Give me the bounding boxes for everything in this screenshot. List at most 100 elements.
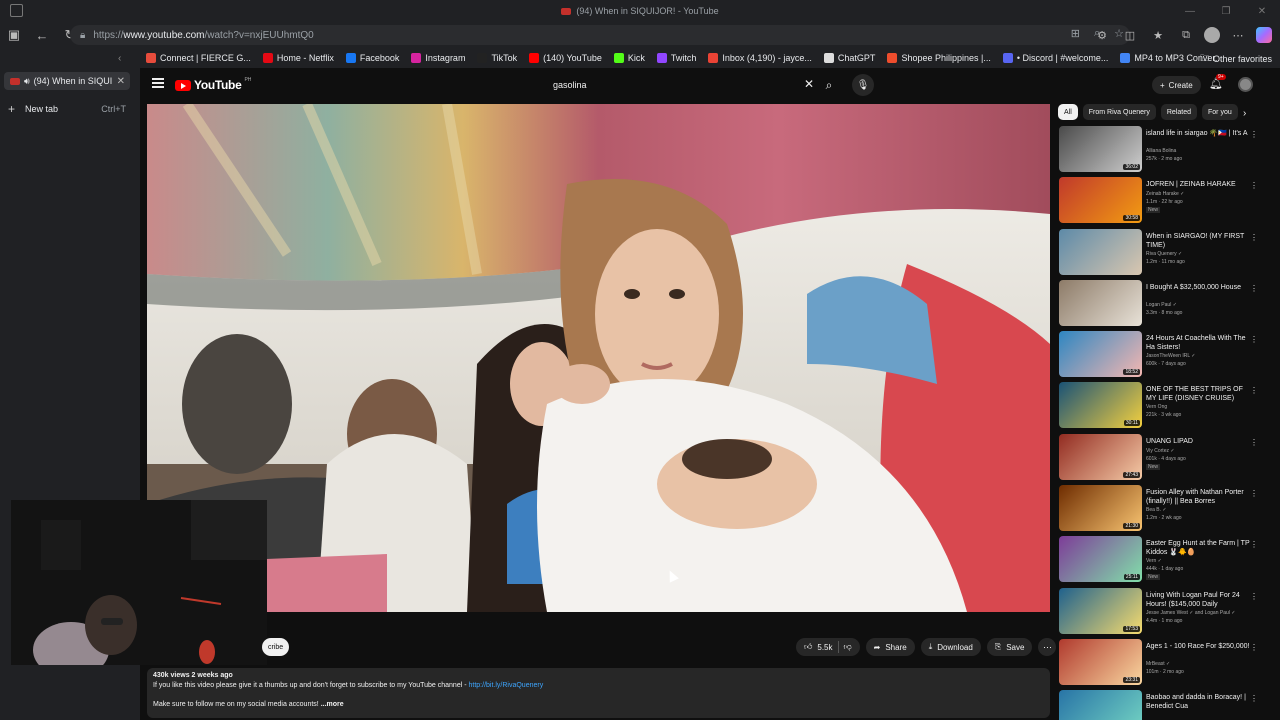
like-icon[interactable]: 👍︎ bbox=[804, 642, 812, 652]
video-options-icon[interactable]: ⋮ bbox=[1250, 592, 1258, 601]
channel-name[interactable]: Vern Ong bbox=[1146, 404, 1256, 410]
recommendation-item[interactable]: 36:02 island life in siargao 🌴🇵🇭 | It's A… bbox=[1058, 124, 1268, 175]
chip-all[interactable]: All bbox=[1058, 104, 1078, 120]
copilot-icon[interactable] bbox=[1256, 27, 1272, 43]
video-thumbnail[interactable] bbox=[1059, 690, 1142, 720]
video-thumbnail[interactable]: 21:30 bbox=[1059, 485, 1142, 532]
restore-icon[interactable]: ❐ bbox=[1208, 0, 1244, 22]
video-thumbnail[interactable]: 36:02 bbox=[1059, 126, 1142, 172]
video-options-icon[interactable]: ⋮ bbox=[1250, 284, 1258, 293]
share-button[interactable]: ➦ Share bbox=[865, 638, 915, 656]
bookmark-item[interactable]: Instagram bbox=[405, 53, 471, 63]
video-thumbnail[interactable]: 17:53 bbox=[1059, 587, 1142, 634]
recommendation-item[interactable]: 30:58 JOFREN | ZEINAB HARAKE Zeinab Harake… bbox=[1058, 175, 1268, 226]
recommendation-item[interactable]: 30:11 ONE OF THE BEST TRIPS OF MY LIFE (D… bbox=[1058, 380, 1268, 431]
video-options-icon[interactable]: ⋮ bbox=[1250, 643, 1258, 652]
channel-name[interactable]: Riva Quenery ✓ bbox=[1146, 251, 1256, 257]
channel-link[interactable]: http://bit.ly/RivaQuenery bbox=[469, 682, 544, 689]
video-thumbnail[interactable] bbox=[1059, 228, 1142, 275]
save-button[interactable]: ⎘ Save bbox=[986, 638, 1033, 656]
bookmarks-scroll-right-icon[interactable]: › bbox=[1181, 51, 1184, 62]
show-more-link[interactable]: ...more bbox=[321, 701, 344, 708]
video-options-icon[interactable]: ⋮ bbox=[1250, 233, 1258, 242]
recommendation-item[interactable]: I Bought A $32,500,000 House Logan Paul ✓… bbox=[1058, 278, 1268, 329]
bookmark-item[interactable]: Home - Netflix bbox=[257, 53, 340, 63]
video-thumbnail[interactable] bbox=[1059, 279, 1142, 326]
page-scrollbar[interactable] bbox=[1275, 104, 1280, 720]
channel-name[interactable]: Logan Paul ✓ bbox=[1146, 302, 1256, 308]
bookmark-item[interactable]: Connect | FIERCE G... bbox=[140, 53, 257, 63]
subscribe-button[interactable]: cribe bbox=[262, 638, 290, 656]
minimize-icon[interactable]: — bbox=[1172, 0, 1208, 22]
clear-search-icon[interactable]: ✕ bbox=[804, 77, 814, 91]
channel-name[interactable]: Bea B. ✓ bbox=[1146, 507, 1256, 513]
bookmark-item[interactable]: Twitch bbox=[651, 53, 703, 63]
video-title[interactable]: Ages 1 - 100 Race For $250,000! bbox=[1146, 642, 1254, 651]
video-options-icon[interactable]: ⋮ bbox=[1250, 540, 1258, 549]
video-options-icon[interactable]: ⋮ bbox=[1250, 694, 1258, 703]
chip-for-you[interactable]: For you bbox=[1202, 104, 1238, 120]
address-bar[interactable]: 🔒︎ https://www.youtube.com/watch?v=nxjEU… bbox=[70, 25, 1130, 45]
chips-next-icon[interactable]: › bbox=[1243, 108, 1246, 119]
bookmark-item[interactable]: • Discord | #welcome... bbox=[997, 53, 1115, 63]
channel-name[interactable]: Jesse James West ✓ and Logan Paul ✓ bbox=[1146, 610, 1256, 616]
video-thumbnail[interactable]: 30:58 bbox=[1059, 177, 1142, 224]
video-thumbnail[interactable]: 18:52 bbox=[1059, 331, 1142, 378]
download-button[interactable]: ⤓ Download bbox=[920, 638, 981, 656]
recommendation-item[interactable]: When in SIARGAO! (MY FIRST TIME) Riva Que… bbox=[1058, 227, 1268, 278]
video-title[interactable]: When in SIARGAO! (MY FIRST TIME) bbox=[1146, 232, 1254, 250]
dislike-icon[interactable]: 👎︎ bbox=[844, 642, 852, 652]
video-title[interactable]: ONE OF THE BEST TRIPS OF MY LIFE (DISNEY… bbox=[1146, 385, 1254, 403]
video-options-icon[interactable]: ⋮ bbox=[1250, 438, 1258, 447]
chip-from-riva-quenery[interactable]: From Riva Quenery bbox=[1082, 104, 1156, 120]
video-title[interactable]: Easter Egg Hunt at the Farm | TP Kiddos … bbox=[1146, 539, 1254, 557]
video-options-icon[interactable]: ⋮ bbox=[1250, 335, 1258, 344]
more-menu-icon[interactable]: ⋯ bbox=[1228, 25, 1248, 45]
bookmark-item[interactable]: TikTok bbox=[471, 53, 523, 63]
close-window-icon[interactable]: ✕ bbox=[1244, 0, 1280, 22]
video-title[interactable]: Baobao and dadda in Boracay! | Benedict … bbox=[1146, 693, 1254, 711]
site-info-icon[interactable]: 🔒︎ bbox=[80, 30, 85, 41]
split-screen-icon[interactable]: ◫ bbox=[1120, 25, 1140, 45]
video-thumbnail[interactable]: 30:11 bbox=[1059, 382, 1142, 429]
recommendation-item[interactable]: 17:53 Living With Logan Paul For 24 Hours… bbox=[1058, 586, 1268, 637]
speaker-icon[interactable]: 🔊︎ bbox=[24, 76, 30, 87]
recommendation-item[interactable]: 27:43 UNANG LIPAD Viy Cortez ✓ 601k · 4 day… bbox=[1058, 432, 1268, 483]
recommendation-item[interactable]: 21:30 Fusion Alley with Nathan Porter (fi… bbox=[1058, 483, 1268, 534]
channel-name[interactable]: JasonTheWeen IRL ✓ bbox=[1146, 353, 1256, 359]
channel-name[interactable]: MrBeast ✓ bbox=[1146, 661, 1256, 667]
favorites-icon[interactable]: ★ bbox=[1148, 25, 1168, 45]
video-thumbnail[interactable]: 27:43 bbox=[1059, 433, 1142, 480]
video-title[interactable]: I Bought A $32,500,000 House bbox=[1146, 283, 1254, 292]
video-options-icon[interactable]: ⋮ bbox=[1250, 181, 1258, 190]
video-title[interactable]: 24 Hours At Coachella With The Ha Sister… bbox=[1146, 334, 1254, 352]
recommendation-item[interactable]: 23:31 Ages 1 - 100 Race For $250,000! MrBe… bbox=[1058, 637, 1268, 688]
video-options-icon[interactable]: ⋮ bbox=[1250, 130, 1258, 139]
chip-related[interactable]: Related bbox=[1160, 104, 1197, 120]
other-favorites[interactable]: 🗀 Other favorites bbox=[1200, 51, 1272, 67]
video-thumbnail[interactable]: 23:31 bbox=[1059, 638, 1142, 685]
bookmark-item[interactable]: Inbox (4,190) - jayce... bbox=[702, 53, 818, 63]
video-options-icon[interactable]: ⋮ bbox=[1250, 489, 1258, 498]
apps-icon[interactable]: ⊞ bbox=[1071, 27, 1080, 40]
channel-name[interactable]: Viy Cortez ✓ bbox=[1146, 448, 1256, 454]
bookmark-item[interactable]: (140) YouTube bbox=[523, 53, 608, 63]
video-title[interactable]: JOFREN | ZEINAB HARAKE bbox=[1146, 180, 1254, 189]
video-options-icon[interactable]: ⋮ bbox=[1250, 386, 1258, 395]
channel-name[interactable]: Vern ✓ bbox=[1146, 558, 1256, 564]
video-player[interactable] bbox=[147, 104, 1050, 612]
bookmarks-scroll-left-icon[interactable]: ‹ bbox=[118, 53, 121, 64]
video-thumbnail[interactable]: 25:11 bbox=[1059, 536, 1142, 583]
search-icon[interactable]: ⌕ bbox=[818, 74, 840, 96]
collections-icon[interactable]: ⧉ bbox=[1176, 25, 1196, 45]
channel-name[interactable]: Zeinab Harake ✓ bbox=[1146, 191, 1256, 197]
sidebar-toggle-icon[interactable]: ▣ bbox=[0, 23, 28, 47]
extension-icon[interactable]: ⚙ bbox=[1092, 25, 1112, 45]
menu-icon[interactable] bbox=[152, 78, 164, 88]
new-tab-button[interactable]: + New tab Ctrl+T bbox=[8, 102, 126, 116]
youtube-logo[interactable]: YouTube PH bbox=[175, 77, 251, 92]
video-title[interactable]: island life in siargao 🌴🇵🇭 | It's A bbox=[1146, 129, 1254, 138]
recommendation-item[interactable]: Baobao and dadda in Boracay! | Benedict … bbox=[1058, 688, 1268, 720]
create-button[interactable]: + Create bbox=[1152, 76, 1201, 94]
microphone-icon[interactable]: 🎙︎ bbox=[852, 74, 874, 96]
